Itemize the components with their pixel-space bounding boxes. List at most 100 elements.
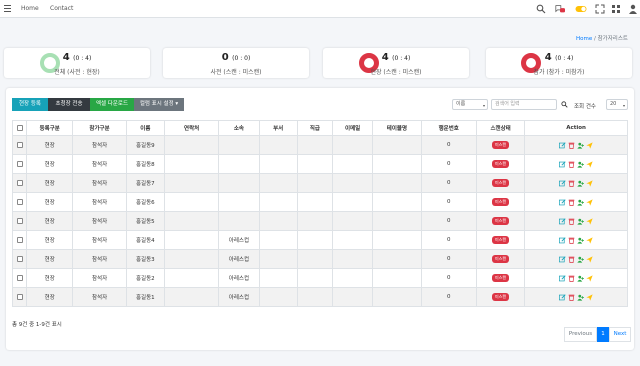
row-checkbox[interactable]: [11, 154, 28, 174]
row-checkbox[interactable]: [11, 287, 28, 307]
excel-download-button[interactable]: 엑셀 다운로드: [90, 98, 134, 111]
user-add-icon[interactable]: [577, 237, 585, 244]
search-icon[interactable]: [561, 101, 568, 108]
edit-icon[interactable]: [559, 179, 566, 187]
col-header[interactable]: 연락처: [163, 120, 220, 136]
edit-icon[interactable]: [559, 293, 566, 301]
cell-email: [331, 211, 374, 231]
row-checkbox[interactable]: [11, 173, 28, 193]
cell-contact: [163, 173, 220, 193]
send-icon[interactable]: [586, 217, 593, 225]
page-size-select[interactable]: 20 ▾: [606, 99, 628, 110]
col-header[interactable]: 테이블명: [372, 120, 422, 136]
row-checkbox[interactable]: [11, 211, 28, 231]
column-settings-button[interactable]: 컬럼 표시 설정 ▾: [134, 98, 184, 111]
user-add-icon[interactable]: [577, 275, 585, 282]
send-icon[interactable]: [586, 198, 593, 206]
pagination-page[interactable]: 1: [597, 327, 609, 342]
edit-icon[interactable]: [559, 141, 566, 149]
cell-table-name: [372, 192, 422, 212]
cell-actions: [524, 230, 628, 250]
user-icon[interactable]: [628, 4, 638, 14]
cell-org: 아레스컵: [218, 249, 260, 269]
user-add-icon[interactable]: [577, 294, 585, 301]
edit-icon[interactable]: [559, 255, 566, 263]
delete-icon[interactable]: [568, 161, 575, 168]
cell-type: 참석자: [72, 173, 127, 193]
pagination-next[interactable]: Next: [609, 327, 631, 342]
col-header[interactable]: 등록구분: [26, 120, 74, 136]
search-field-select[interactable]: 이름 ▾: [452, 99, 488, 110]
search-input[interactable]: 검색어 입력: [491, 99, 557, 110]
breadcrumb-home[interactable]: Home: [576, 36, 592, 42]
col-header[interactable]: 참가구분: [72, 120, 127, 136]
pagination-previous[interactable]: Previous: [564, 327, 597, 342]
row-checkbox[interactable]: [11, 192, 28, 212]
edit-icon[interactable]: [559, 160, 566, 168]
select-all-checkbox[interactable]: [11, 120, 28, 136]
delete-icon[interactable]: [568, 142, 575, 149]
participant-panel: 현장 등록 초청장 전송 엑셀 다운로드 컬럼 표시 설정 ▾ 이름 ▾ 검색어 …: [6, 88, 634, 350]
row-checkbox[interactable]: [11, 135, 28, 155]
delete-icon[interactable]: [568, 218, 575, 225]
menu-icon[interactable]: [4, 5, 11, 12]
cell-reg: 현장: [26, 268, 74, 288]
col-header[interactable]: 이름: [125, 120, 165, 136]
delete-icon[interactable]: [568, 180, 575, 187]
delete-icon[interactable]: [568, 199, 575, 206]
table-row: 현장 참석자 홍길동1 아레스컵 0 미스캔: [11, 287, 628, 307]
comments-icon[interactable]: [555, 4, 565, 14]
send-icon[interactable]: [586, 255, 593, 263]
col-header[interactable]: 스캔상태: [475, 120, 526, 136]
cell-reg: 현장: [26, 135, 74, 155]
row-checkbox[interactable]: [11, 268, 28, 288]
user-add-icon[interactable]: [577, 180, 585, 187]
send-icon[interactable]: [586, 160, 593, 168]
col-header[interactable]: 소속: [218, 120, 260, 136]
edit-icon[interactable]: [559, 274, 566, 282]
cell-reg: 현장: [26, 192, 74, 212]
toggle-icon[interactable]: [575, 4, 587, 14]
edit-icon[interactable]: [559, 198, 566, 206]
col-header[interactable]: 직급: [296, 120, 334, 136]
user-add-icon[interactable]: [577, 161, 585, 168]
send-invitation-button[interactable]: 초청장 전송: [48, 98, 90, 111]
user-add-icon[interactable]: [577, 256, 585, 263]
fullscreen-icon[interactable]: [595, 4, 605, 14]
user-add-icon[interactable]: [577, 142, 585, 149]
nav-contact-link[interactable]: Contact: [50, 5, 73, 12]
cell-contact: [163, 249, 220, 269]
delete-icon[interactable]: [568, 237, 575, 244]
stat-label: 전체 (사전 : 현장): [54, 69, 100, 76]
grid-icon[interactable]: [611, 4, 621, 14]
cell-name: 홍길동8: [125, 154, 165, 174]
send-icon[interactable]: [586, 274, 593, 282]
cell-name: 홍길동3: [125, 249, 165, 269]
edit-icon[interactable]: [559, 236, 566, 244]
user-add-icon[interactable]: [577, 218, 585, 225]
cell-rank: [296, 287, 334, 307]
cell-email: [331, 249, 374, 269]
edit-icon[interactable]: [559, 217, 566, 225]
send-icon[interactable]: [586, 236, 593, 244]
delete-icon[interactable]: [568, 275, 575, 282]
cell-dept: [258, 211, 298, 231]
col-header[interactable]: 부서: [258, 120, 298, 136]
cell-name: 홍길동1: [125, 287, 165, 307]
nav-home-link[interactable]: Home: [21, 5, 39, 12]
cell-table-name: [372, 249, 422, 269]
delete-icon[interactable]: [568, 294, 575, 301]
send-icon[interactable]: [586, 179, 593, 187]
row-checkbox[interactable]: [11, 249, 28, 269]
register-button[interactable]: 현장 등록: [12, 98, 48, 111]
col-header[interactable]: 행운번호: [420, 120, 477, 136]
user-add-icon[interactable]: [577, 199, 585, 206]
row-checkbox[interactable]: [11, 230, 28, 250]
delete-icon[interactable]: [568, 256, 575, 263]
send-icon[interactable]: [586, 141, 593, 149]
send-icon[interactable]: [586, 293, 593, 301]
col-header[interactable]: 이메일: [331, 120, 374, 136]
search-icon[interactable]: [536, 4, 546, 14]
cell-reg: 현장: [26, 154, 74, 174]
status-badge: 미스캔: [492, 141, 510, 149]
